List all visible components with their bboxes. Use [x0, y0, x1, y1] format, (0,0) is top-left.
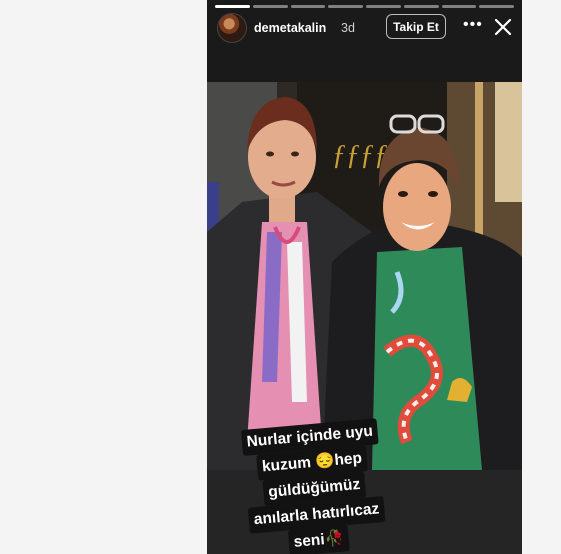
close-icon[interactable]	[494, 18, 512, 36]
progress-segment	[479, 5, 514, 8]
svg-text:ƒƒƒƒ: ƒƒƒƒ	[332, 140, 388, 171]
post-time: 3d	[341, 21, 355, 35]
story-caption: Nurlar içinde uyu kuzum 😔hep güldüğümüz …	[219, 416, 410, 554]
username[interactable]: demetakalin	[254, 21, 326, 35]
left-backdrop	[0, 0, 207, 554]
story-progress-bar	[215, 5, 514, 8]
progress-segment	[403, 5, 439, 8]
progress-segment	[252, 5, 288, 8]
caption-line: seni🥀	[287, 525, 351, 554]
follow-button[interactable]: Takip Et	[386, 14, 446, 39]
progress-segment	[328, 5, 363, 8]
progress-segment	[441, 5, 477, 8]
avatar[interactable]	[217, 13, 247, 43]
progress-segment	[366, 5, 401, 8]
progress-segment	[215, 5, 250, 8]
progress-segment	[290, 5, 326, 8]
right-backdrop	[522, 0, 561, 554]
story-header: demetakalin 3d Takip Et •••	[207, 10, 522, 46]
story-viewer[interactable]: demetakalin 3d Takip Et ••• ƒƒƒƒ Nurlar …	[207, 0, 522, 554]
more-horizontal-icon[interactable]: •••	[463, 17, 483, 33]
story-photo: ƒƒƒƒ	[207, 82, 522, 470]
